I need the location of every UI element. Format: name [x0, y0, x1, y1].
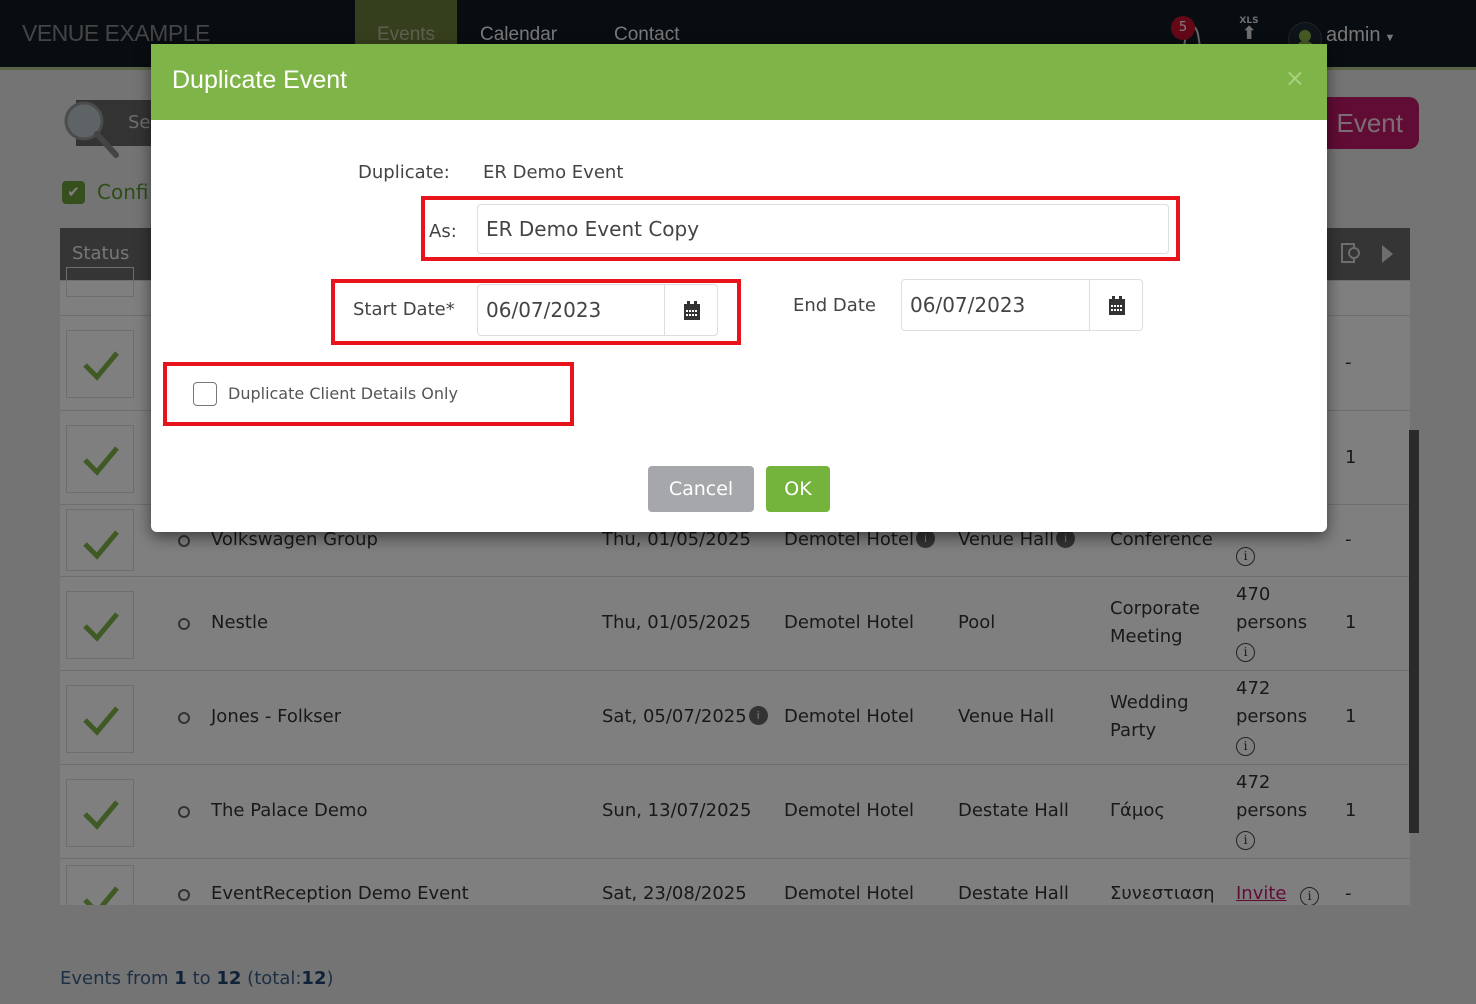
start-date-label: Start Date* — [353, 299, 455, 320]
cancel-button[interactable]: Cancel — [648, 466, 754, 512]
as-label: As: — [429, 221, 457, 242]
start-date-calendar-button[interactable] — [664, 284, 718, 336]
new-event-name-input[interactable] — [477, 204, 1169, 254]
start-date-input[interactable] — [477, 284, 665, 336]
calendar-icon — [684, 301, 700, 320]
modal-header: Duplicate Event × — [151, 44, 1327, 120]
close-icon[interactable]: × — [1285, 64, 1305, 92]
modal-title: Duplicate Event — [172, 66, 348, 94]
duplicate-source-name: ER Demo Event — [483, 162, 624, 183]
end-date-label: End Date — [793, 295, 876, 316]
duplicate-event-modal: Duplicate Event × Duplicate: ER Demo Eve… — [151, 44, 1327, 532]
end-date-input[interactable] — [901, 279, 1090, 331]
end-date-calendar-button[interactable] — [1089, 279, 1143, 331]
ok-button[interactable]: OK — [766, 466, 830, 512]
duplicate-client-only-label[interactable]: Duplicate Client Details Only — [228, 384, 458, 403]
duplicate-label: Duplicate: — [358, 162, 450, 183]
calendar-icon — [1109, 296, 1125, 315]
duplicate-client-only-checkbox[interactable] — [193, 382, 217, 406]
